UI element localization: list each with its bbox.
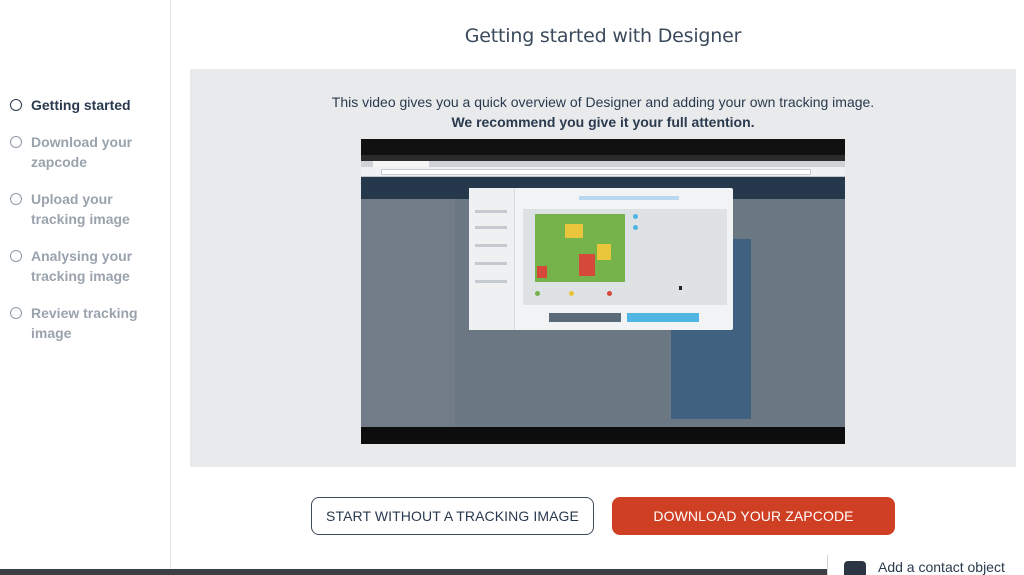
intro-line: This video gives you a quick overview of…	[331, 94, 875, 110]
tooltip-text: Add a contact object	[878, 559, 1005, 575]
info-dot	[633, 214, 638, 219]
legend-medium-dot	[569, 291, 574, 296]
video-modal-step	[475, 210, 507, 213]
step-label: Upload your tracking image	[31, 191, 130, 227]
cursor-icon	[679, 286, 682, 290]
video-use-image-button	[627, 313, 699, 322]
heatmap-medium-area	[597, 244, 611, 260]
contact-object-tooltip[interactable]: Add a contact object	[827, 555, 1024, 575]
video-discard-button	[549, 313, 621, 322]
legend-poor-dot	[607, 291, 612, 296]
circle-icon	[10, 307, 22, 319]
step-download-zapcode[interactable]: Download your zapcode	[10, 132, 165, 172]
start-without-tracking-image-button[interactable]: START WITHOUT A TRACKING IMAGE	[311, 497, 594, 535]
intro-emphasis: We recommend you give it your full atten…	[451, 114, 755, 130]
steps-list: Getting started Download your zapcode Up…	[10, 95, 165, 360]
tracking-heatmap	[535, 214, 625, 282]
video-modal-step	[475, 262, 507, 265]
circle-icon	[10, 250, 22, 262]
main-content: Getting started with Designer This video…	[172, 0, 1024, 575]
step-analysing-tracking-image[interactable]: Analysing your tracking image	[10, 246, 165, 286]
heatmap-medium-area	[565, 224, 583, 238]
sidebar: Getting started Download your zapcode Up…	[0, 0, 171, 575]
video-modal-step	[475, 244, 507, 247]
video-modal	[469, 188, 733, 330]
step-upload-tracking-image[interactable]: Upload your tracking image	[10, 189, 165, 229]
video-modal-steps	[469, 188, 515, 330]
intro-text: This video gives you a quick overview of…	[190, 92, 1016, 132]
contact-icon	[844, 561, 866, 575]
video-url-field	[381, 169, 811, 175]
legend-good-dot	[535, 291, 540, 296]
video-modal-title	[579, 196, 679, 200]
video-browser-urlbar	[361, 167, 845, 177]
circle-icon	[10, 193, 22, 205]
step-label: Download your zapcode	[31, 134, 133, 170]
video-modal-results	[523, 209, 727, 305]
step-review-tracking-image[interactable]: Review tracking image	[10, 303, 165, 343]
info-dot	[633, 225, 638, 230]
video-app-sidebar	[361, 199, 455, 427]
circle-icon	[10, 99, 22, 111]
step-label: Review tracking image	[31, 305, 138, 341]
step-label: Analysing your tracking image	[31, 248, 133, 284]
heatmap-poor-area	[579, 254, 595, 276]
step-getting-started[interactable]: Getting started	[10, 95, 165, 115]
page-title: Getting started with Designer	[464, 25, 742, 47]
circle-icon	[10, 136, 22, 148]
video-panel: This video gives you a quick overview of…	[190, 69, 1016, 467]
step-label: Getting started	[31, 97, 131, 113]
video-modal-step	[475, 280, 507, 283]
video-controls-bar[interactable]	[361, 427, 845, 444]
video-player[interactable]	[361, 139, 845, 444]
video-modal-step	[475, 226, 507, 229]
heatmap-poor-area	[537, 266, 547, 278]
download-zapcode-button[interactable]: DOWNLOAD YOUR ZAPCODE	[612, 497, 895, 535]
